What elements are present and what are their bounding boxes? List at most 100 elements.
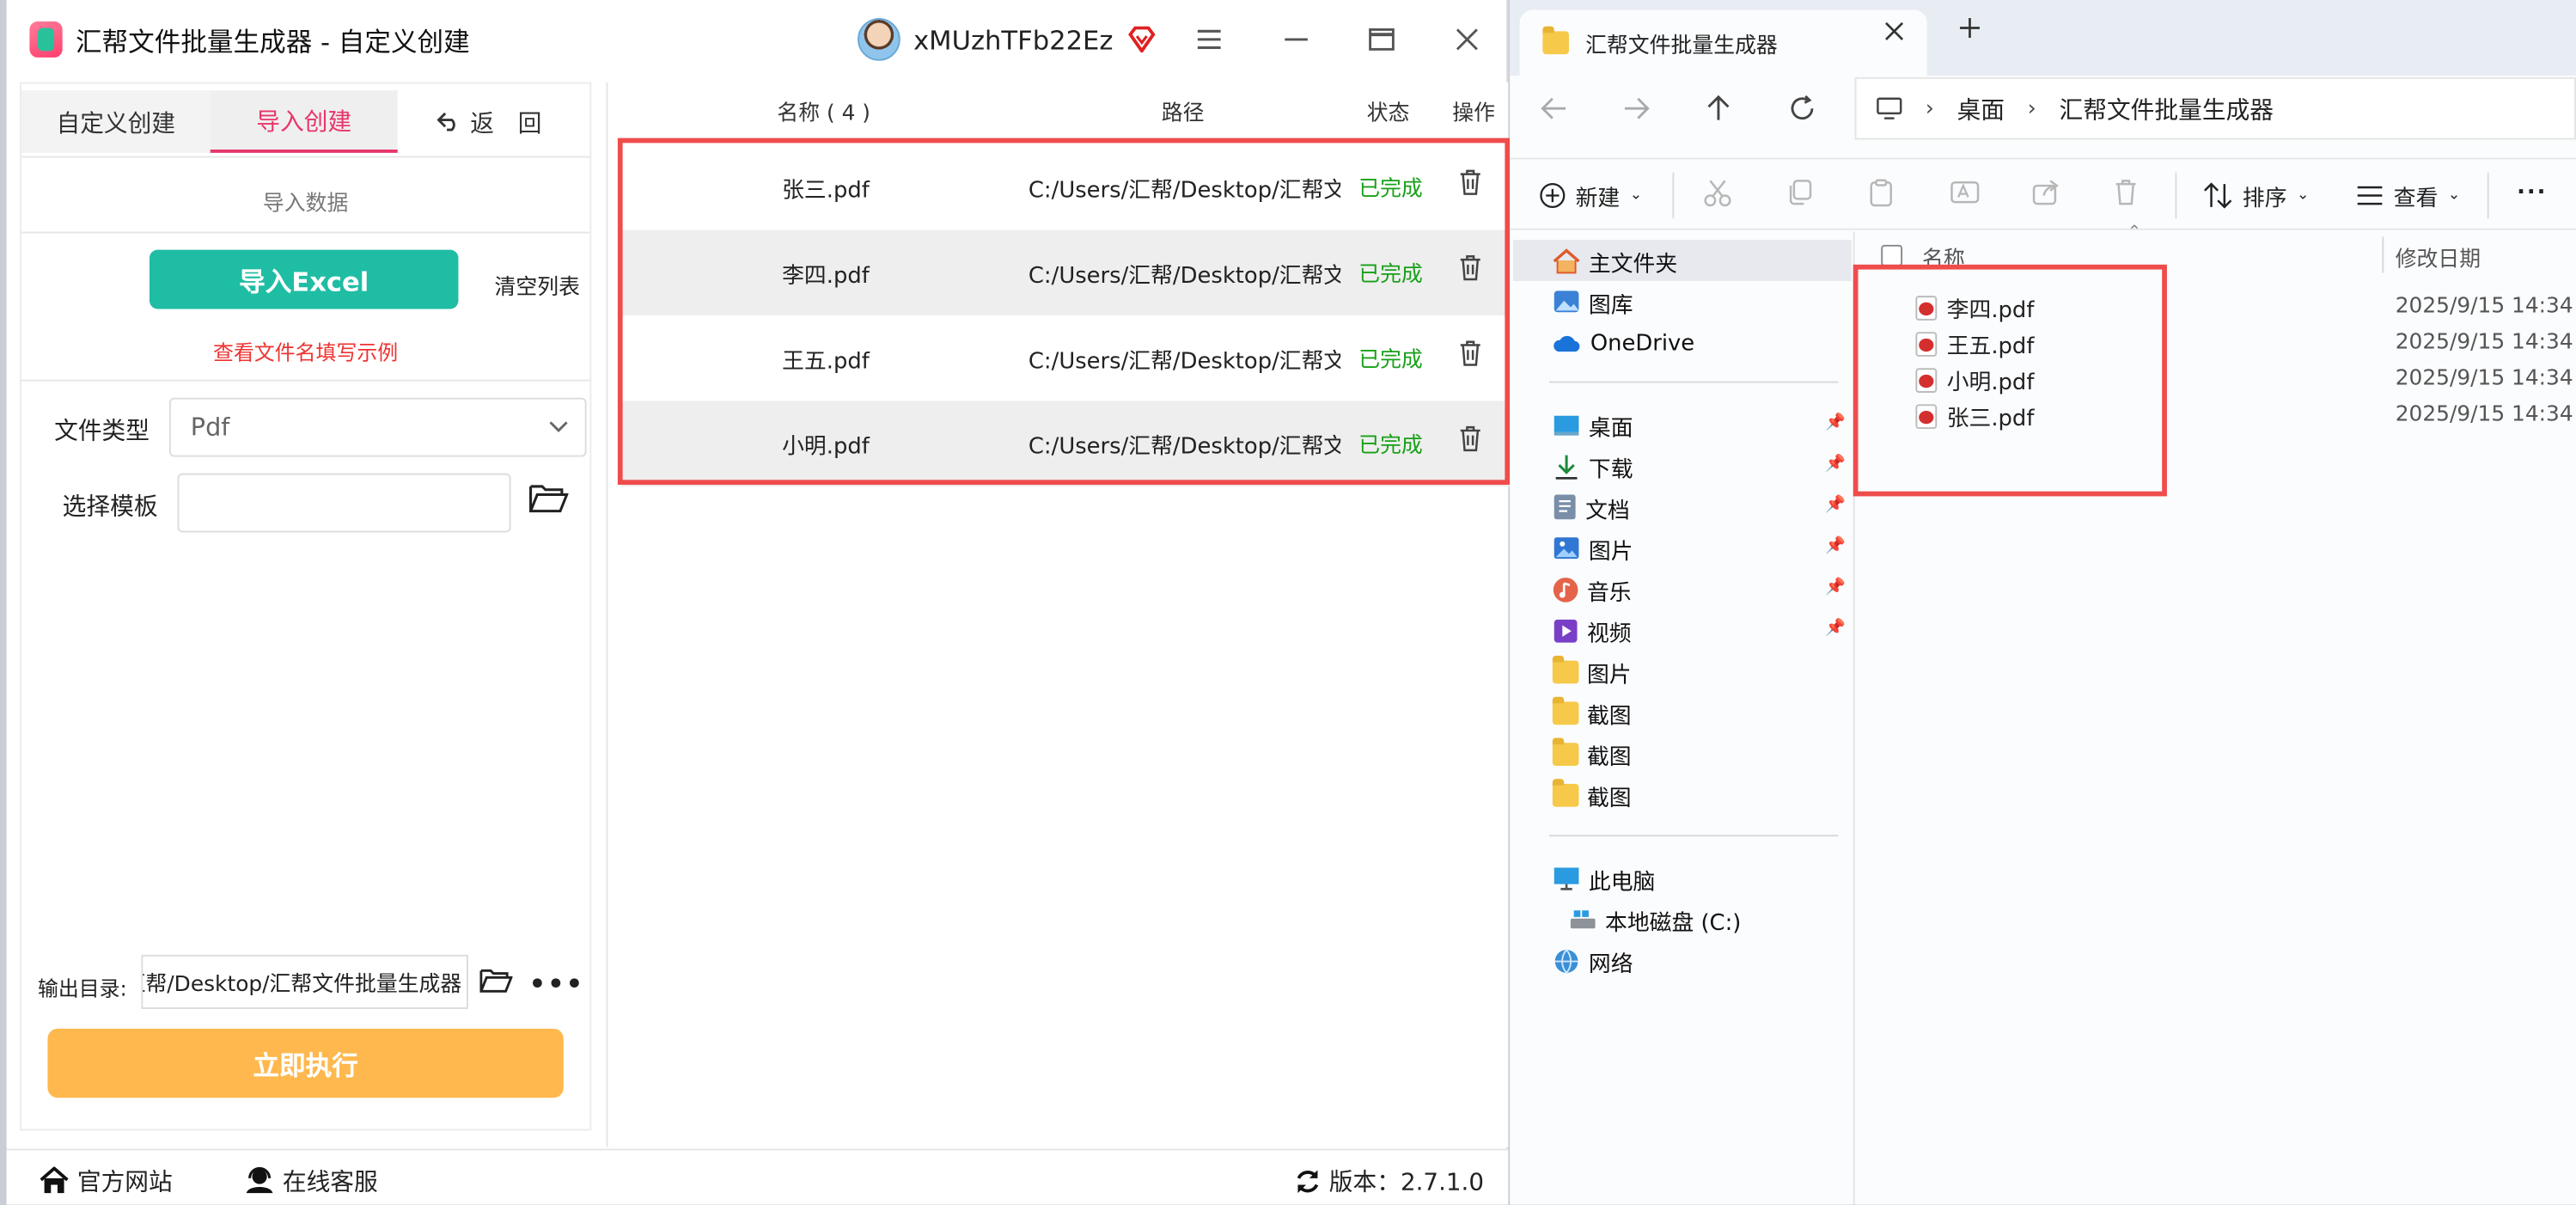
- user-account[interactable]: xMUzhTFb22Ez: [858, 15, 1156, 64]
- chevron-down-icon: ⌄: [2447, 187, 2461, 205]
- close-icon[interactable]: [1447, 20, 1486, 59]
- gallery-icon: [1554, 291, 1579, 313]
- plus-circle-icon: [1540, 182, 1566, 209]
- nav-this-pc-label: 此电脑: [1588, 868, 1656, 896]
- file-date: 2025/9/15 14:34: [2395, 330, 2573, 355]
- output-dir-value: C:/Users/汇帮/Desktop/汇帮文件批量生成器: [143, 972, 462, 998]
- back-arrow-icon[interactable]: [1529, 87, 1578, 130]
- view-icon: [2357, 186, 2383, 205]
- nav-item-desktop[interactable]: 桌面 📌: [1553, 404, 1848, 445]
- folder-open-icon[interactable]: [529, 481, 569, 514]
- nav-item-gallery[interactable]: 图库: [1553, 281, 1848, 322]
- cloud-icon: [1554, 334, 1580, 352]
- nav-item-folder[interactable]: 截图: [1552, 733, 1848, 774]
- file-date: 2025/9/15 14:34: [2395, 294, 2573, 319]
- nav-item-home[interactable]: 主文件夹: [1512, 240, 1852, 281]
- new-button[interactable]: 新建 ⌄: [1540, 179, 1642, 212]
- output-dir-input[interactable]: C:/Users/汇帮/Desktop/汇帮文件批量生成器: [141, 954, 468, 1009]
- col-header-path: 路径: [1161, 101, 1205, 127]
- avatar[interactable]: [858, 18, 900, 61]
- home-icon: [1553, 248, 1580, 273]
- tab-custom-create[interactable]: 自定义创建: [21, 90, 211, 153]
- view-button[interactable]: 查看 ⌄: [2356, 179, 2461, 212]
- music-icon: [1553, 577, 1578, 602]
- col-header-status: 状态: [1366, 101, 1410, 127]
- nav-local-disk-label: 本地磁盘 (C:): [1605, 909, 1742, 936]
- version-info: 版本：2.7.1.0: [1295, 1164, 1484, 1198]
- folder-icon: [1552, 737, 1579, 766]
- filename-example-link[interactable]: 查看文件名填写示例: [21, 335, 590, 366]
- nav-onedrive-label: OneDrive: [1590, 329, 1695, 356]
- pin-icon[interactable]: 📌: [1825, 578, 1846, 596]
- copy-icon[interactable]: [1785, 179, 1812, 205]
- computer-icon: [1554, 867, 1579, 890]
- divider: [21, 379, 590, 382]
- menu-icon[interactable]: [1189, 20, 1229, 59]
- close-tab-icon[interactable]: [1884, 21, 1904, 41]
- up-arrow-icon[interactable]: [1694, 87, 1743, 130]
- pin-icon[interactable]: 📌: [1825, 456, 1846, 474]
- refresh-icon[interactable]: [1778, 87, 1827, 130]
- nav-item-folder[interactable]: 截图: [1552, 692, 1848, 733]
- vip-diamond-icon[interactable]: [1126, 26, 1156, 53]
- nav-item-onedrive[interactable]: OneDrive: [1553, 322, 1848, 364]
- nav-item-network[interactable]: 网络: [1553, 940, 1848, 982]
- share-icon[interactable]: [2032, 179, 2060, 205]
- delete-icon[interactable]: [2115, 179, 2138, 205]
- run-now-button[interactable]: 立即执行: [47, 1028, 564, 1098]
- divider: [1549, 381, 1839, 383]
- forward-arrow-icon[interactable]: [1612, 87, 1661, 130]
- explorer-tab[interactable]: 汇帮文件批量生成器: [1519, 9, 1927, 76]
- col-header-date[interactable]: 修改日期: [2396, 242, 2481, 273]
- official-website-link[interactable]: 官方网站: [40, 1164, 173, 1198]
- online-support-link[interactable]: 在线客服: [245, 1164, 378, 1198]
- nav-item-this-pc[interactable]: 此电脑: [1553, 858, 1848, 899]
- minimize-icon[interactable]: [1277, 20, 1316, 59]
- download-icon: [1555, 454, 1578, 479]
- nav-item-music[interactable]: 音乐 📌: [1553, 569, 1848, 610]
- nav-item-downloads[interactable]: 下载 📌: [1553, 445, 1848, 486]
- rename-icon[interactable]: [1950, 179, 1980, 205]
- pin-icon[interactable]: 📌: [1825, 537, 1846, 555]
- template-input[interactable]: [177, 473, 511, 533]
- nav-item-pictures[interactable]: 图片 📌: [1553, 528, 1848, 569]
- sort-button[interactable]: 排序 ⌄: [2203, 179, 2310, 212]
- username: xMUzhTFb22Ez: [913, 23, 1114, 56]
- file-explorer-window: 汇帮文件批量生成器 › 桌面 › 汇帮文件批量生成器 新建 ⌄ 排序 ⌄ 查看 …: [1510, 0, 2576, 1205]
- nav-gallery-label: 图库: [1588, 291, 1633, 318]
- more-options-icon[interactable]: ···: [2517, 179, 2547, 205]
- output-dir-label: 输出目录:: [37, 976, 127, 1001]
- pin-icon[interactable]: 📌: [1825, 414, 1846, 432]
- nav-item-documents[interactable]: 文档 📌: [1553, 486, 1848, 528]
- tab-import-create[interactable]: 导入创建: [210, 90, 398, 153]
- more-options-icon[interactable]: •••: [529, 968, 584, 999]
- document-icon: [1554, 494, 1576, 520]
- column-divider[interactable]: [2382, 236, 2384, 273]
- pin-icon[interactable]: 📌: [1825, 496, 1846, 514]
- nav-pictures-label: 图片: [1588, 538, 1633, 565]
- folder-open-icon[interactable]: [479, 966, 513, 994]
- back-button[interactable]: 返 回: [416, 90, 564, 153]
- pin-icon[interactable]: 📌: [1825, 620, 1846, 638]
- cut-icon[interactable]: [1704, 179, 1732, 207]
- breadcrumb-desktop[interactable]: 桌面: [1957, 91, 2005, 125]
- address-bar[interactable]: › 桌面 › 汇帮文件批量生成器: [1854, 76, 2576, 140]
- breadcrumb-folder[interactable]: 汇帮文件批量生成器: [2060, 91, 2274, 125]
- select-all-checkbox[interactable]: [1881, 244, 1903, 266]
- sort-caret-icon: ⌃: [2127, 223, 2142, 242]
- paste-icon[interactable]: [1868, 179, 1895, 207]
- file-type-select[interactable]: Pdf: [168, 397, 587, 457]
- online-support-label: 在线客服: [282, 1170, 378, 1196]
- nav-item-local-disk[interactable]: 本地磁盘 (C:): [1569, 899, 1865, 940]
- maximize-icon[interactable]: [1362, 20, 1401, 59]
- toolbar-divider: [2175, 172, 2177, 219]
- chevron-down-icon: ⌄: [2296, 187, 2310, 205]
- nav-item-folder[interactable]: 图片: [1552, 651, 1848, 692]
- nav-item-videos[interactable]: 视频 📌: [1553, 609, 1848, 651]
- nav-item-folder[interactable]: 截图: [1552, 774, 1848, 816]
- import-excel-button[interactable]: 导入Excel: [149, 249, 459, 309]
- official-website-label: 官方网站: [76, 1170, 173, 1196]
- clear-list-button[interactable]: 清空列表: [495, 270, 580, 301]
- explorer-toolbar: 新建 ⌄ 排序 ⌄ 查看 ⌄ ···: [1510, 157, 2576, 230]
- new-tab-icon[interactable]: [1958, 16, 1981, 40]
